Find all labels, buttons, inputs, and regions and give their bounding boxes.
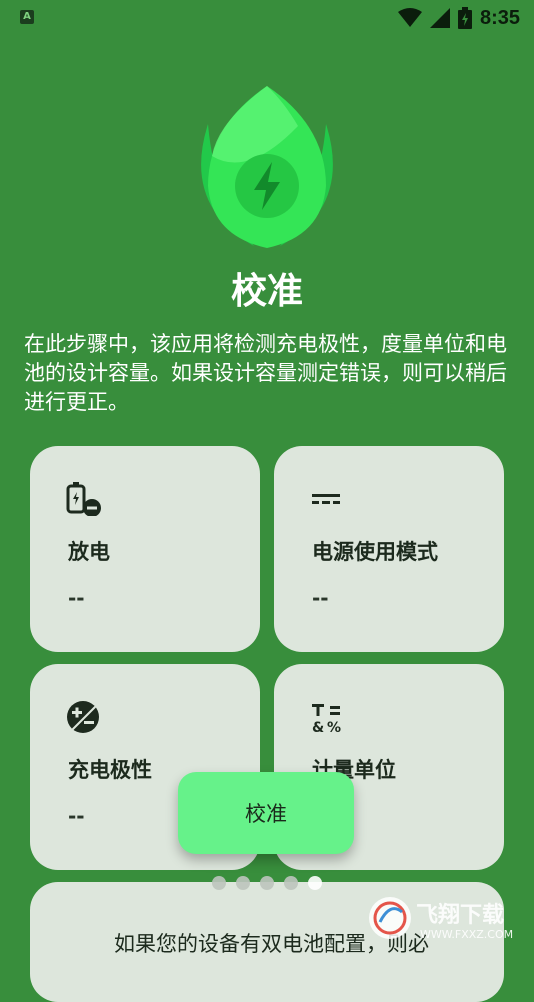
watermark-logo: 飞翔下载 WWW.FXXZ.COM [368,892,528,944]
page-title: 校准 [230,271,303,312]
status-bar: A 8:35 [0,0,534,36]
page-dot [236,876,250,890]
app-logo-icon [188,86,346,252]
dc-power-icon [310,482,346,516]
card-label: 电源使用模式 [312,540,438,564]
svg-text:&: & [312,720,324,736]
page-indicator [212,876,322,890]
card-value: -- [68,586,85,610]
clock: 8:35 [479,6,520,29]
svg-text:%: % [327,720,341,736]
exposure-plus-minus-icon [66,700,102,734]
svg-text:飞翔下载: 飞翔下载 [416,902,504,928]
calibrate-button[interactable]: 校准 [178,772,354,854]
power-mode-card[interactable]: 电源使用模式 -- [274,446,504,652]
card-value: -- [312,586,329,610]
discharge-card[interactable]: 放电 -- [30,446,260,652]
wifi-icon [397,8,422,28]
page-dot [260,876,274,890]
battery-discharge-icon [66,482,102,517]
page-dot-active [308,876,322,890]
page-description: 在此步骤中，该应用将检测充电极性，度量单位和电池的设计容量。如果设计容量测定错误… [24,332,507,414]
page-dot [284,876,298,890]
calculate-icon: & % [310,700,346,736]
card-label: 充电极性 [68,758,152,782]
card-label: 放电 [68,540,110,564]
svg-text:WWW.FXXZ.COM: WWW.FXXZ.COM [420,928,513,941]
page-dot [212,876,226,890]
battery-charging-icon [457,7,472,29]
card-value: -- [68,804,85,828]
cell-signal-icon [429,8,450,28]
app-notification-icon: A [20,10,34,24]
